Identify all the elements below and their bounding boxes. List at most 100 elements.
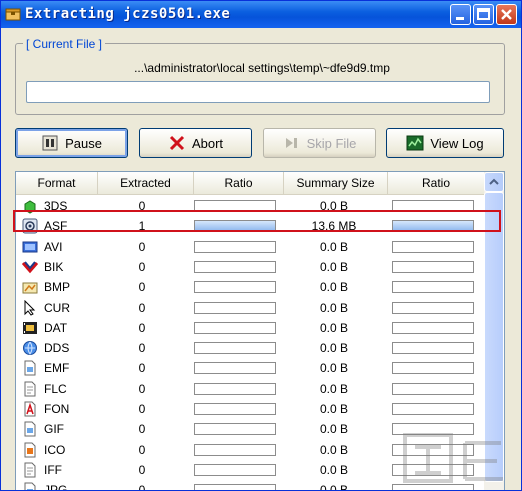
- maximize-button[interactable]: [473, 4, 494, 25]
- pause-icon: [42, 135, 58, 151]
- minimize-button[interactable]: [450, 4, 471, 25]
- title-bar[interactable]: Extracting jczs0501.exe: [1, 1, 521, 28]
- watermark-logo: [403, 433, 503, 483]
- ratio-bar: [194, 403, 276, 415]
- scroll-up-button[interactable]: [484, 172, 504, 192]
- image-file-icon: [22, 421, 38, 437]
- summary-ratio-bar: [392, 342, 474, 355]
- font-icon: [22, 401, 38, 417]
- format-name: IFF: [44, 462, 62, 477]
- table-row[interactable]: BMP 0 0.0 B: [16, 277, 484, 297]
- window-title: Extracting jczs0501.exe: [25, 6, 231, 22]
- summary-size: 0.0 B: [319, 239, 349, 254]
- summary-size: 0.0 B: [319, 341, 349, 356]
- format-name: AVI: [44, 239, 63, 254]
- format-name: JPG: [44, 483, 68, 491]
- summary-ratio-bar: [392, 321, 474, 334]
- table-row[interactable]: AVI 0 0.0 B: [16, 237, 484, 257]
- selection-highlight: [13, 210, 501, 232]
- format-name: FON: [44, 402, 70, 416]
- summary-size: 0.0 B: [319, 381, 349, 396]
- paint-icon: [22, 279, 38, 295]
- summary-ratio-bar: [392, 240, 474, 253]
- abort-button[interactable]: Abort: [139, 128, 252, 158]
- ratio-bar: [194, 463, 276, 476]
- skip-icon: [285, 138, 297, 148]
- film-icon: [22, 239, 38, 255]
- header-ratio-2[interactable]: Ratio: [388, 172, 484, 194]
- format-name: BIK: [44, 259, 64, 274]
- summary-size: 0.0 B: [319, 483, 349, 491]
- ratio-bar: [194, 443, 276, 456]
- format-name: BMP: [44, 280, 71, 295]
- ratio-bar: [194, 484, 276, 490]
- extracted-count: 0: [138, 300, 146, 315]
- format-name: CUR: [44, 300, 70, 315]
- summary-ratio-bar: [392, 301, 474, 314]
- document-icon: [22, 462, 38, 478]
- table-row[interactable]: CUR 0 0.0 B: [16, 298, 484, 318]
- extracted-count: 0: [138, 259, 146, 274]
- extracted-count: 0: [138, 483, 146, 491]
- extracted-count: 0: [138, 280, 146, 295]
- ico-icon: [22, 442, 38, 458]
- summary-size: 0.0 B: [319, 320, 349, 335]
- cursor-icon: [22, 299, 38, 316]
- summary-size: 0.0 B: [319, 361, 349, 376]
- archive-icon: [5, 8, 21, 21]
- format-name: EMF: [44, 361, 70, 376]
- pause-button[interactable]: Pause: [15, 128, 128, 158]
- extracted-count: 0: [138, 239, 146, 254]
- header-ratio[interactable]: Ratio: [194, 172, 284, 194]
- summary-ratio-bar: [392, 260, 474, 273]
- header-format[interactable]: Format: [16, 172, 98, 194]
- summary-size: 0.0 B: [319, 259, 349, 274]
- extracted-count: 0: [138, 442, 146, 457]
- view-log-button[interactable]: View Log: [386, 128, 504, 158]
- ratio-bar: [194, 382, 276, 395]
- extracted-count: 0: [138, 361, 146, 376]
- extracted-count: 0: [138, 381, 146, 396]
- summary-ratio-bar: [392, 281, 474, 294]
- film-strip-icon: [22, 320, 38, 336]
- table-row[interactable]: DDS 0 0.0 B: [16, 338, 484, 358]
- ratio-bar: [194, 301, 276, 314]
- table-row[interactable]: DAT 0 0.0 B: [16, 318, 484, 338]
- summary-size: 0.0 B: [319, 442, 349, 457]
- summary-size: 0.0 B: [319, 462, 349, 477]
- format-name: GIF: [44, 422, 64, 437]
- extracted-count: 0: [138, 402, 146, 416]
- close-icon: [501, 9, 512, 20]
- summary-size: 0.0 B: [319, 300, 349, 315]
- log-chart-icon: [406, 135, 424, 151]
- view-log-label: View Log: [430, 135, 484, 151]
- current-file-path: ...\administrator\local settings\temp\~d…: [134, 61, 390, 75]
- skip-file-button[interactable]: Skip File: [263, 128, 376, 158]
- abort-label: Abort: [191, 135, 224, 151]
- close-button[interactable]: [496, 4, 517, 25]
- header-summary-size[interactable]: Summary Size: [284, 172, 388, 194]
- summary-size: 0.0 B: [319, 422, 349, 437]
- globe-icon: [22, 340, 38, 356]
- table-header: Format Extracted Ratio Summary Size Rati…: [16, 172, 484, 195]
- summary-ratio-bar: [392, 362, 474, 375]
- summary-size: 0.0 B: [319, 280, 349, 295]
- document-icon: [22, 381, 38, 397]
- format-name: DAT: [44, 320, 68, 335]
- extracted-count: 0: [138, 341, 146, 356]
- ratio-bar: [194, 362, 276, 375]
- image-file-icon: [22, 482, 38, 490]
- header-extracted[interactable]: Extracted: [98, 172, 194, 194]
- table-row[interactable]: FON 0 0.0 B: [16, 399, 484, 419]
- current-file-label: [ Current File ]: [23, 37, 106, 51]
- pause-label: Pause: [65, 135, 102, 151]
- table-row[interactable]: EMF 0 0.0 B: [16, 358, 484, 378]
- maximize-icon: [477, 8, 490, 20]
- table-row[interactable]: FLC 0 0.0 B: [16, 379, 484, 399]
- ratio-bar: [194, 321, 276, 334]
- skip-file-label: Skip File: [306, 135, 357, 151]
- ratio-bar: [194, 281, 276, 294]
- ratio-bar: [194, 240, 276, 253]
- current-file-group: [15, 43, 505, 115]
- table-row[interactable]: BIK 0 0.0 B: [16, 257, 484, 277]
